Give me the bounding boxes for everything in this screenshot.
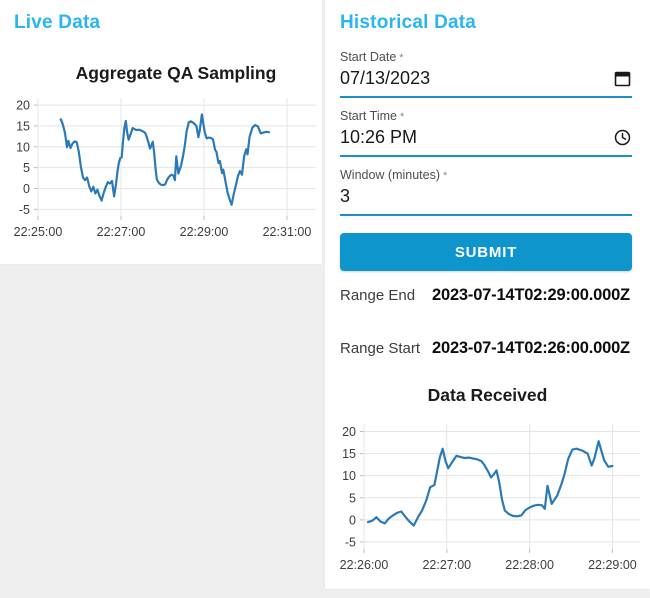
required-asterisk: * bbox=[443, 170, 448, 182]
x-tick-label: 22:25:00 bbox=[14, 225, 63, 239]
start-time-field: Start Time * 10:26 PM bbox=[340, 109, 632, 157]
start-time-value: 10:26 PM bbox=[340, 127, 418, 147]
start-time-label: Start Time * bbox=[340, 109, 632, 123]
x-tick-label: 22:29:00 bbox=[588, 558, 637, 572]
y-tick-label: 5 bbox=[349, 491, 356, 505]
window-minutes-label: Window (minutes) * bbox=[340, 168, 632, 182]
clock-icon[interactable] bbox=[614, 129, 631, 146]
historical-chart-title: Data Received bbox=[427, 385, 548, 405]
y-tick-label: -5 bbox=[19, 203, 30, 217]
live-data-panel: Live Data Aggregate QA Sampling 20 15 10 5 0… bbox=[0, 0, 322, 264]
x-tick-label: 22:28:00 bbox=[505, 558, 554, 572]
historical-query-form: Start Date * 07/13/2023 Start Time * 10:26… bbox=[340, 50, 632, 271]
start-time-label-text: Start Time bbox=[340, 109, 397, 123]
x-tick-label: 22:27:00 bbox=[422, 558, 471, 572]
y-tick-label: -5 bbox=[345, 535, 356, 549]
y-tick-label: 20 bbox=[16, 99, 30, 113]
required-asterisk: * bbox=[399, 52, 404, 64]
y-tick-label: 15 bbox=[16, 119, 30, 133]
y-tick-label: 0 bbox=[349, 513, 356, 527]
y-tick-label: 20 bbox=[342, 425, 356, 439]
window-minutes-label-text: Window (minutes) bbox=[340, 168, 441, 182]
live-chart-title: Aggregate QA Sampling bbox=[75, 63, 277, 83]
x-tick-label: 22:27:00 bbox=[97, 225, 146, 239]
x-tick-label: 22:31:00 bbox=[263, 225, 312, 239]
start-time-input[interactable]: 10:26 PM bbox=[340, 125, 632, 157]
range-start-value: 2023-07-14T02:26:00.000Z bbox=[432, 339, 630, 357]
y-tick-label: 15 bbox=[342, 447, 356, 461]
range-start-label: Range Start bbox=[340, 340, 421, 357]
start-date-value: 07/13/2023 bbox=[340, 68, 431, 88]
range-end-label: Range End bbox=[340, 287, 416, 304]
start-date-label: Start Date * bbox=[340, 50, 632, 64]
live-chart: 20 15 10 5 0 -5 22:25:00 22:27:00 22:29:00 22:31:… bbox=[14, 98, 316, 239]
x-tick-label: 22:26:00 bbox=[340, 558, 389, 572]
data-series-line bbox=[59, 113, 271, 206]
y-tick-label: 5 bbox=[23, 161, 30, 175]
range-start-row: Range Start 2023-07-14T02:26:00.000Z bbox=[340, 339, 630, 358]
y-tick-label: 0 bbox=[23, 182, 30, 196]
window-minutes-input[interactable]: 3 bbox=[340, 184, 632, 216]
window-minutes-field: Window (minutes) * 3 bbox=[340, 168, 632, 216]
historical-chart: 20 15 10 5 0 -5 22:26:00 22:27:00 22:28:00 22:29:… bbox=[340, 424, 640, 572]
range-end-value: 2023-07-14T02:29:00.000Z bbox=[432, 286, 630, 304]
y-tick-label: 10 bbox=[16, 140, 30, 154]
live-data-heading: Live Data bbox=[14, 12, 101, 33]
calendar-icon[interactable] bbox=[614, 70, 631, 87]
start-date-label-text: Start Date bbox=[340, 50, 397, 64]
window-minutes-value: 3 bbox=[340, 186, 351, 206]
historical-data-panel: Historical Data Start Date * 07/13/2023 S… bbox=[325, 0, 650, 589]
submit-button[interactable]: SUBMIT bbox=[340, 233, 632, 271]
range-end-row: Range End 2023-07-14T02:29:00.000Z bbox=[340, 286, 630, 305]
required-asterisk: * bbox=[399, 111, 405, 123]
start-date-input[interactable]: 07/13/2023 bbox=[340, 66, 632, 98]
y-tick-label: 10 bbox=[342, 469, 356, 483]
historical-data-heading: Historical Data bbox=[340, 12, 477, 33]
start-date-field: Start Date * 07/13/2023 bbox=[340, 50, 632, 98]
x-tick-label: 22:29:00 bbox=[180, 225, 229, 239]
